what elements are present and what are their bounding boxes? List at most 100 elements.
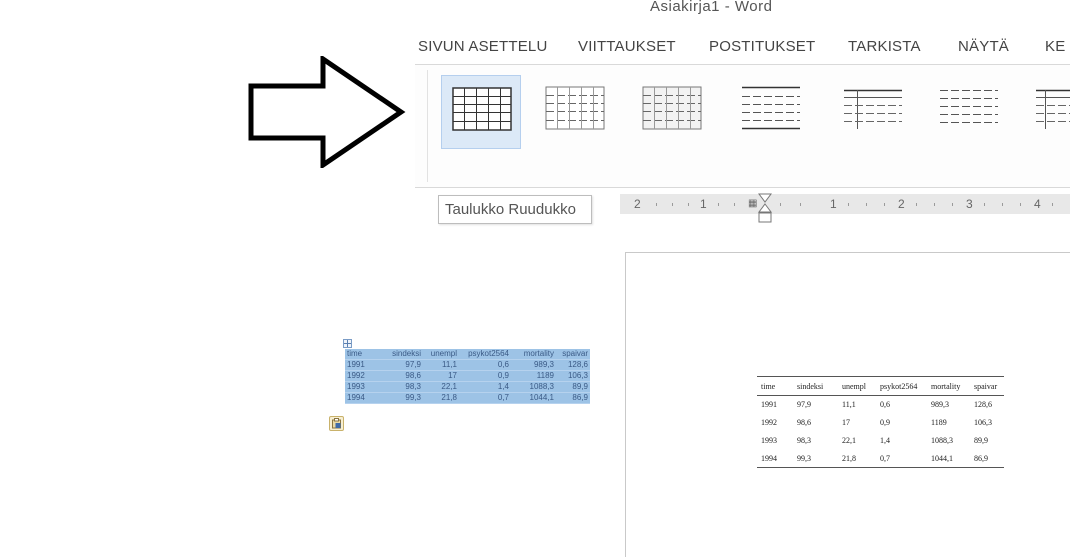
table-cell[interactable]: 1,4 <box>876 432 927 450</box>
paste-options-icon[interactable] <box>329 416 344 431</box>
ruler-tick <box>800 203 801 206</box>
excel-cell[interactable]: 86,9 <box>556 392 590 404</box>
excel-cell[interactable]: 1044,1 <box>511 392 556 404</box>
table-header-cell[interactable]: sindeksi <box>793 376 838 396</box>
table-cell[interactable]: 0,7 <box>876 450 927 468</box>
table-style-header-column[interactable] <box>833 75 913 149</box>
table-style-partial[interactable] <box>1025 75 1070 149</box>
tab-review[interactable]: TARKISTA <box>848 38 921 55</box>
table-header-cell[interactable]: unempl <box>838 376 876 396</box>
excel-header-row: time sindeksi unempl psykot2564 mortalit… <box>345 349 590 360</box>
table-cell[interactable]: 97,9 <box>793 396 838 414</box>
document-table[interactable]: time sindeksi unempl psykot2564 mortalit… <box>757 376 1004 468</box>
table-cell[interactable]: 1044,1 <box>927 450 970 468</box>
table-cell[interactable]: 0,9 <box>876 414 927 432</box>
excel-cell[interactable]: 98,3 <box>373 381 423 393</box>
excel-cell[interactable]: 17 <box>423 370 459 382</box>
excel-header-cell[interactable]: psykot2564 <box>459 349 511 360</box>
table-cell[interactable]: 98,6 <box>793 414 838 432</box>
excel-cell[interactable]: 98,6 <box>373 370 423 382</box>
excel-cell[interactable]: 0,6 <box>459 359 511 371</box>
horizontal-lines-table-icon <box>742 86 800 130</box>
excel-cell[interactable]: 989,3 <box>511 359 556 371</box>
ruler-tick <box>656 203 657 206</box>
excel-cell[interactable]: 0,9 <box>459 370 511 382</box>
excel-cell[interactable]: 1993 <box>345 381 373 393</box>
excel-header-cell[interactable]: sindeksi <box>373 349 423 360</box>
style-tooltip: Taulukko Ruudukko <box>438 195 592 224</box>
table-style-plain[interactable] <box>929 75 1009 149</box>
excel-row: 1994 99,3 21,8 0,7 1044,1 86,9 <box>345 392 590 404</box>
excel-cell[interactable]: 11,1 <box>423 359 459 371</box>
ruler-tick <box>952 203 953 206</box>
table-cell[interactable]: 1088,3 <box>927 432 970 450</box>
indent-marker-icon[interactable] <box>758 193 772 225</box>
tab-references[interactable]: VIITTAUKSET <box>578 38 676 55</box>
table-cell[interactable]: 128,6 <box>970 396 1004 414</box>
table-cell[interactable]: 22,1 <box>838 432 876 450</box>
light-grid-table-icon <box>545 86 605 130</box>
excel-cell[interactable]: 128,6 <box>556 359 590 371</box>
table-cell[interactable]: 17 <box>838 414 876 432</box>
grid-table-icon <box>452 87 512 131</box>
excel-cell[interactable]: 1994 <box>345 392 373 404</box>
table-cell[interactable]: 989,3 <box>927 396 970 414</box>
excel-row: 1991 97,9 11,1 0,6 989,3 128,6 <box>345 359 590 371</box>
table-cell[interactable]: 11,1 <box>838 396 876 414</box>
table-cell[interactable]: 0,6 <box>876 396 927 414</box>
tab-partial[interactable]: KE <box>1045 38 1065 55</box>
table-header-cell[interactable]: spaivar <box>970 376 1004 396</box>
excel-cell[interactable]: 99,3 <box>373 392 423 404</box>
table-cell[interactable]: 99,3 <box>793 450 838 468</box>
excel-cell[interactable]: 1992 <box>345 370 373 382</box>
pasted-excel-table[interactable]: time sindeksi unempl psykot2564 mortalit… <box>345 349 590 404</box>
table-cell[interactable]: 86,9 <box>970 450 1004 468</box>
tab-page-layout[interactable]: SIVUN ASETTELU <box>418 38 548 55</box>
tab-mailings[interactable]: POSTITUKSET <box>709 38 815 55</box>
excel-cell[interactable]: 89,9 <box>556 381 590 393</box>
excel-cell[interactable]: 21,8 <box>423 392 459 404</box>
excel-cell[interactable]: 1,4 <box>459 381 511 393</box>
ruler-tick <box>848 203 849 206</box>
table-cell[interactable]: 89,9 <box>970 432 1004 450</box>
table-move-handle-icon[interactable] <box>343 339 352 348</box>
excel-row: 1993 98,3 22,1 1,4 1088,3 89,9 <box>345 381 590 393</box>
table-cell[interactable]: 1991 <box>757 396 793 414</box>
excel-cell[interactable]: 22,1 <box>423 381 459 393</box>
ribbon-tabs: SIVUN ASETTELU VIITTAUKSET POSTITUKSET T… <box>418 38 1070 62</box>
excel-cell[interactable]: 0,7 <box>459 392 511 404</box>
table-header-cell[interactable]: psykot2564 <box>876 376 927 396</box>
excel-cell[interactable]: 106,3 <box>556 370 590 382</box>
table-cell[interactable]: 1994 <box>757 450 793 468</box>
excel-header-cell[interactable]: spaivar <box>556 349 590 360</box>
ribbon-divider <box>427 70 428 182</box>
excel-cell[interactable]: 1991 <box>345 359 373 371</box>
tab-view[interactable]: NÄYTÄ <box>958 38 1009 55</box>
table-style-grid-light[interactable] <box>535 75 615 149</box>
table-cell[interactable]: 98,3 <box>793 432 838 450</box>
column-marker-icon[interactable]: ▦ <box>748 198 757 209</box>
table-style-horizontal[interactable] <box>731 75 811 149</box>
excel-cell[interactable]: 1088,3 <box>511 381 556 393</box>
table-cell[interactable]: 1189 <box>927 414 970 432</box>
ruler-tick <box>984 203 985 206</box>
table-style-grid[interactable] <box>441 75 521 149</box>
excel-cell[interactable]: 97,9 <box>373 359 423 371</box>
table-header-cell[interactable]: time <box>757 376 793 396</box>
excel-header-cell[interactable]: mortality <box>511 349 556 360</box>
table-cell[interactable]: 1993 <box>757 432 793 450</box>
table-style-shaded-grid[interactable] <box>632 75 712 149</box>
excel-row: 1992 98,6 17 0,9 1189 106,3 <box>345 370 590 382</box>
ruler-label: 1 <box>830 197 837 211</box>
excel-header-cell[interactable]: time <box>345 349 373 360</box>
plain-table-icon <box>940 90 998 123</box>
excel-header-cell[interactable]: unempl <box>423 349 459 360</box>
excel-cell[interactable]: 1189 <box>511 370 556 382</box>
horizontal-ruler[interactable]: 2 1 ▦ 1 2 3 4 <box>620 194 1070 214</box>
table-cell[interactable]: 106,3 <box>970 414 1004 432</box>
table-cell[interactable]: 21,8 <box>838 450 876 468</box>
right-arrow-outline-icon <box>248 56 406 168</box>
table-row: 1994 99,3 21,8 0,7 1044,1 86,9 <box>757 450 1004 468</box>
table-cell[interactable]: 1992 <box>757 414 793 432</box>
table-header-cell[interactable]: mortality <box>927 376 970 396</box>
